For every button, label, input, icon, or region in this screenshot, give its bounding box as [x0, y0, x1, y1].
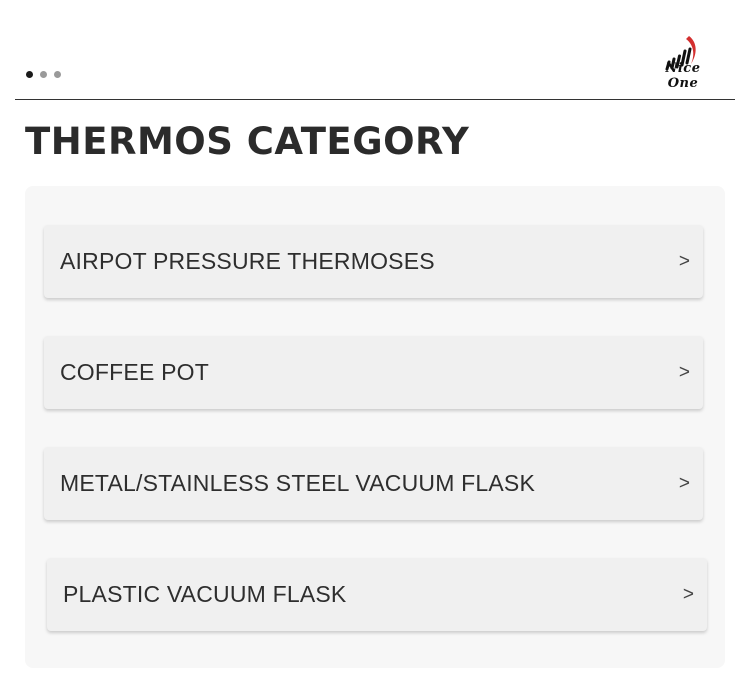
- page-title: THERMOS CATEGORY: [25, 120, 470, 163]
- carousel-dot-1[interactable]: [26, 71, 33, 78]
- carousel-dots: [26, 71, 61, 78]
- category-label: AIRPOT PRESSURE THERMOSES: [60, 248, 435, 274]
- chevron-right-icon: >: [682, 583, 694, 605]
- chevron-right-icon: >: [678, 250, 690, 272]
- category-item-plastic-flask[interactable]: PLASTIC VACUUM FLASK >: [47, 558, 707, 631]
- category-item-coffee-pot[interactable]: COFFEE POT >: [44, 336, 703, 409]
- header: Nice One: [15, 0, 735, 100]
- category-list: AIRPOT PRESSURE THERMOSES > COFFEE POT >…: [25, 186, 725, 668]
- logo-text: Nice One: [665, 61, 701, 91]
- brand-logo[interactable]: Nice One: [653, 33, 713, 91]
- carousel-dot-2[interactable]: [40, 71, 47, 78]
- chevron-right-icon: >: [678, 361, 690, 383]
- category-label: PLASTIC VACUUM FLASK: [63, 581, 347, 607]
- category-label: COFFEE POT: [60, 359, 209, 385]
- carousel-dot-3[interactable]: [54, 71, 61, 78]
- chevron-right-icon: >: [678, 472, 690, 494]
- category-item-airpot[interactable]: AIRPOT PRESSURE THERMOSES >: [44, 225, 703, 298]
- category-item-metal-flask[interactable]: METAL/STAINLESS STEEL VACUUM FLASK >: [44, 447, 703, 520]
- category-label: METAL/STAINLESS STEEL VACUUM FLASK: [60, 470, 536, 496]
